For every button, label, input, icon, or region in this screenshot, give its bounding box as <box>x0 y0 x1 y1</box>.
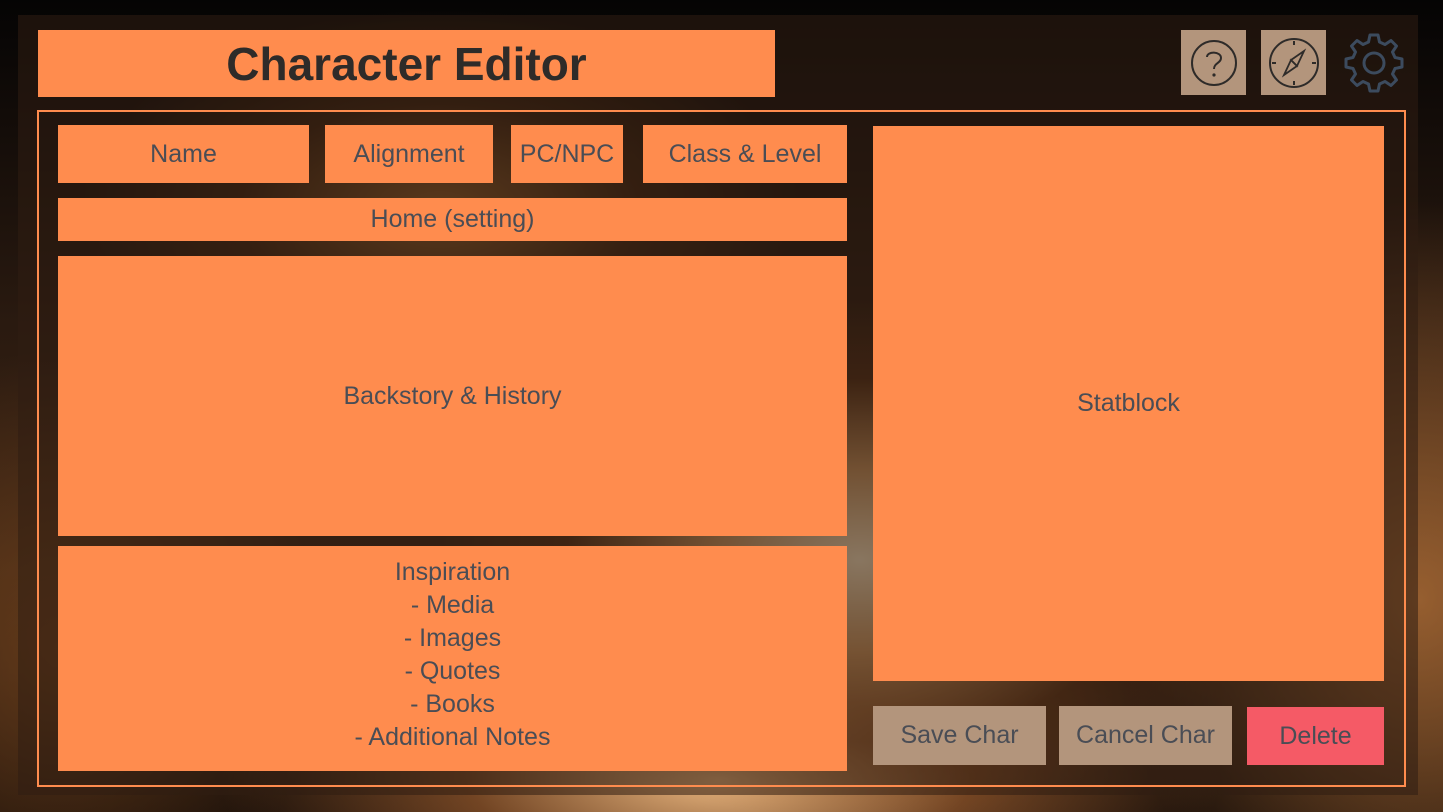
inspiration-item-media: - Media <box>410 591 495 619</box>
backstory-field-label: Backstory & History <box>343 381 562 410</box>
save-char-label: Save Char <box>900 721 1019 749</box>
page-title: Character Editor <box>38 30 775 97</box>
class-level-field[interactable]: Class & Level <box>643 125 847 183</box>
home-setting-field-label: Home (setting) <box>370 205 535 233</box>
compass-icon <box>1268 37 1319 88</box>
name-field[interactable]: Name <box>58 125 309 183</box>
cancel-char-label: Cancel Char <box>1076 721 1215 749</box>
delete-button[interactable]: Delete <box>1247 707 1384 765</box>
cancel-char-button[interactable]: Cancel Char <box>1059 706 1232 765</box>
alignment-field-label: Alignment <box>353 139 465 168</box>
delete-label: Delete <box>1279 721 1352 750</box>
class-level-field-label: Class & Level <box>668 139 822 168</box>
home-setting-field[interactable]: Home (setting) <box>58 198 847 241</box>
gear-icon <box>1344 33 1403 92</box>
statblock-field-label: Statblock <box>1077 389 1180 417</box>
help-button[interactable] <box>1181 30 1246 95</box>
pc-npc-field[interactable]: PC/NPC <box>511 125 623 183</box>
inspiration-item-additional-notes: - Additional Notes <box>354 723 551 751</box>
compass-button[interactable] <box>1261 30 1326 95</box>
help-icon <box>1190 39 1237 86</box>
app-background: Character Editor Name Alignment PC/NPC C… <box>0 0 1443 812</box>
alignment-field[interactable]: Alignment <box>325 125 493 183</box>
inspiration-field[interactable]: Inspiration - Media - Images - Quotes - … <box>58 546 847 771</box>
save-char-button[interactable]: Save Char <box>873 706 1046 765</box>
name-field-label: Name <box>150 139 217 168</box>
pc-npc-field-label: PC/NPC <box>519 139 615 168</box>
inspiration-item-quotes: - Quotes <box>404 657 501 685</box>
statblock-field[interactable]: Statblock <box>873 126 1384 681</box>
inspiration-item-images: - Images <box>403 624 502 652</box>
backstory-field[interactable]: Backstory & History <box>58 256 847 536</box>
settings-button[interactable] <box>1341 30 1406 95</box>
inspiration-item-books: - Books <box>410 690 495 718</box>
inspiration-title: Inspiration <box>394 558 511 586</box>
